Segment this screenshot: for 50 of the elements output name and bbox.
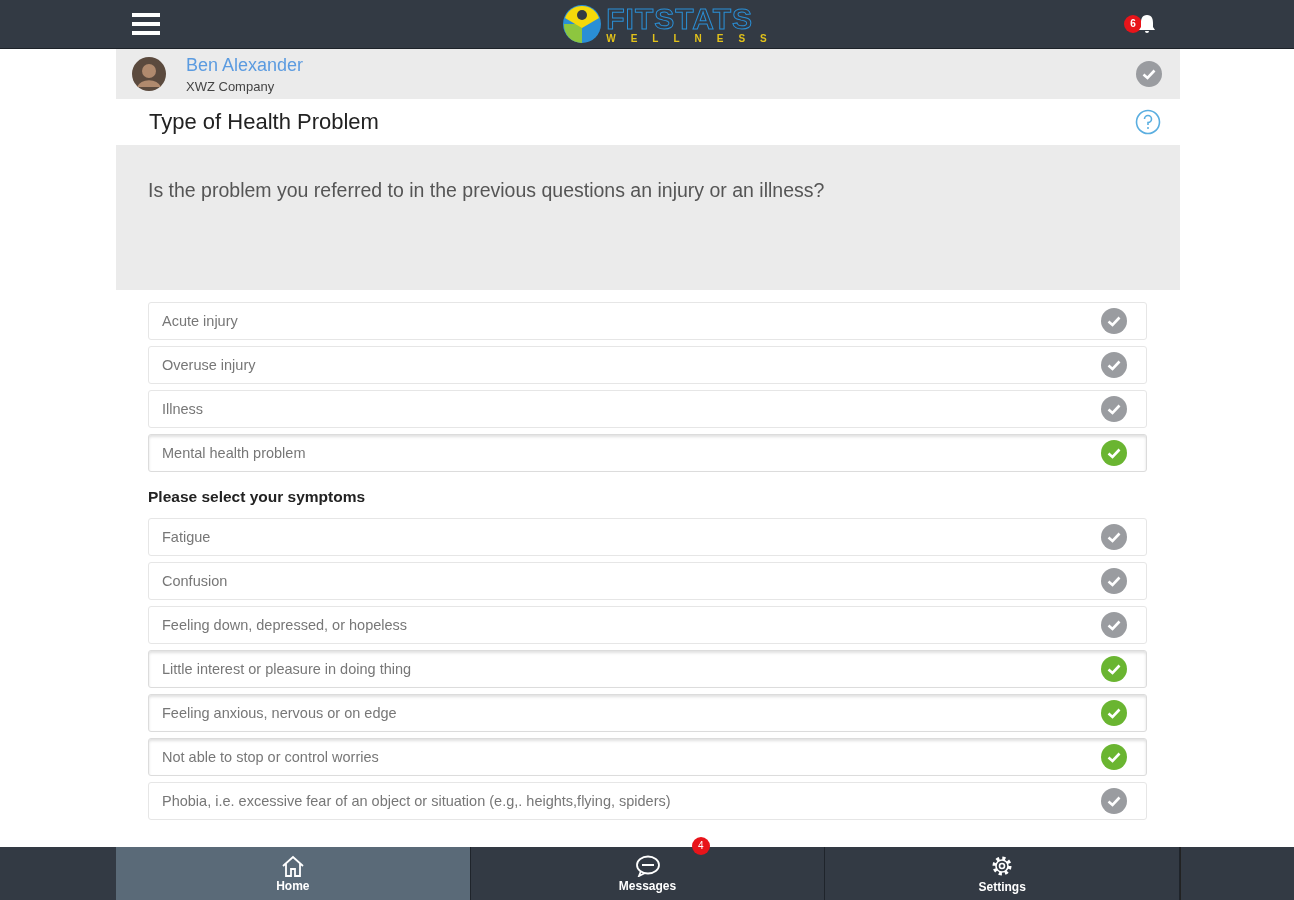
- bell-icon[interactable]: [1138, 14, 1156, 34]
- notification-badge: 6: [1124, 15, 1142, 33]
- chat-bubble-icon: [634, 854, 661, 877]
- avatar: [132, 57, 166, 91]
- check-icon: [1101, 744, 1127, 770]
- logo-tagline: WELLNESS: [606, 34, 782, 44]
- check-icon: [1101, 524, 1127, 550]
- check-icon: [1101, 656, 1127, 682]
- option-row[interactable]: Feeling down, depressed, or hopeless: [148, 606, 1147, 644]
- logo-icon: [562, 4, 603, 44]
- option-label: Acute injury: [162, 313, 238, 329]
- check-icon[interactable]: [1136, 61, 1162, 87]
- menu-icon[interactable]: [132, 12, 160, 36]
- option-row[interactable]: Not able to stop or control worries: [148, 738, 1147, 776]
- option-label: Feeling down, depressed, or hopeless: [162, 617, 408, 633]
- option-label: Overuse injury: [162, 357, 256, 373]
- option-row[interactable]: Overuse injury: [148, 346, 1147, 384]
- check-icon: [1101, 308, 1127, 334]
- check-icon: [1101, 440, 1127, 466]
- option-row[interactable]: Phobia, i.e. excessive fear of an object or situation (e.g,. heights,flying, spiders): [148, 782, 1147, 820]
- check-icon: [1101, 700, 1127, 726]
- page-title: Type of Health Problem: [149, 109, 379, 135]
- question-text: Is the problem you referred to in the previous questions an injury or an illness?: [148, 179, 826, 202]
- option-row[interactable]: Illness: [148, 390, 1147, 428]
- check-icon: [1101, 568, 1127, 594]
- option-label: Fatigue: [162, 529, 211, 545]
- logo-name: FITSTATS: [606, 4, 754, 34]
- option-label: Mental health problem: [162, 445, 306, 461]
- option-row[interactable]: Little interest or pleasure in doing thing: [148, 650, 1147, 688]
- option-row[interactable]: Feeling anxious, nervous or on edge: [148, 694, 1147, 732]
- message-count-badge: 4: [691, 837, 710, 855]
- nav-tab[interactable]: Home: [116, 847, 471, 900]
- option-label: Illness: [162, 401, 204, 417]
- home-icon: [280, 854, 305, 877]
- option-row[interactable]: Fatigue: [148, 518, 1147, 556]
- option-label: Not able to stop or control worries: [162, 749, 379, 765]
- option-row[interactable]: Confusion: [148, 562, 1147, 600]
- option-row[interactable]: Acute injury: [148, 302, 1147, 340]
- check-icon: [1101, 396, 1127, 422]
- option-row[interactable]: Mental health problem: [148, 434, 1147, 472]
- check-icon: [1101, 612, 1127, 638]
- option-label: Feeling anxious, nervous or on edge: [162, 705, 397, 721]
- section-heading: Please select your symptoms: [148, 488, 367, 506]
- company-name: XWZ Company: [186, 78, 275, 94]
- user-name[interactable]: Ben Alexander: [186, 54, 304, 76]
- option-label: Phobia, i.e. excessive fear of an object or situation (e.g,. heights,flying, spiders): [162, 793, 671, 809]
- option-label: Little interest or pleasure in doing thing: [162, 661, 412, 677]
- check-icon: [1101, 352, 1127, 378]
- option-label: Confusion: [162, 573, 228, 589]
- check-icon: [1101, 788, 1127, 814]
